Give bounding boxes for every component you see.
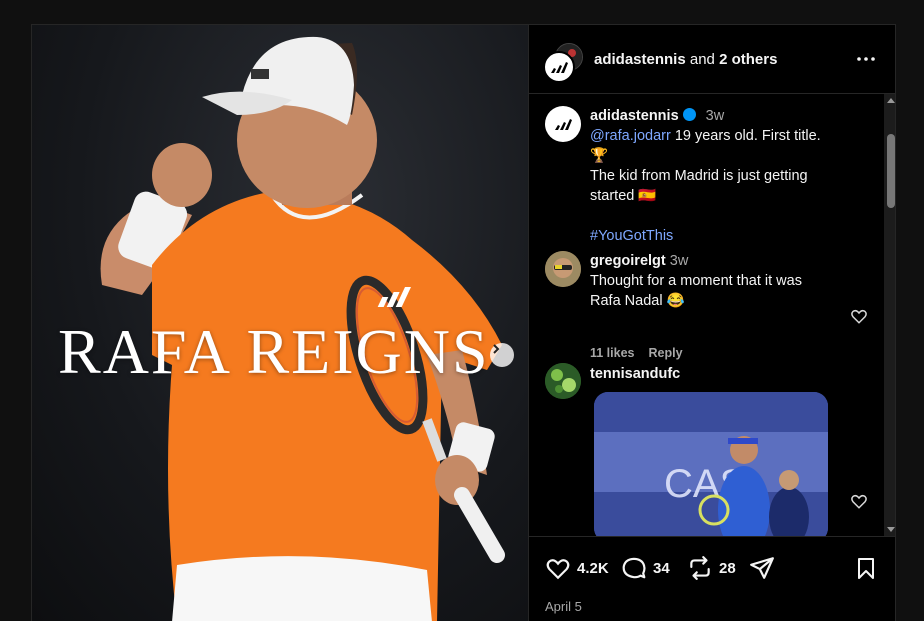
comments-scrollbar[interactable]: [884, 94, 895, 536]
comment-author[interactable]: gregoirelgt: [590, 253, 666, 269]
user-avatar-icon: [545, 251, 581, 287]
comment-item: gregoirelgt 3w Thought for a moment that…: [590, 251, 840, 311]
comment-bubble-icon: [622, 557, 646, 579]
comments-count: 34: [653, 559, 670, 577]
post-header: adidastennis and 2 others: [529, 25, 895, 94]
post-image[interactable]: RAFA REIGNS: [32, 25, 528, 621]
adidas-logo-icon: [551, 62, 568, 73]
post-modal: RAFA REIGNS adidastennis and 2 others ad…: [31, 24, 896, 621]
image-caption-text: RAFA REIGNS: [58, 316, 490, 387]
comment-author[interactable]: tennisandufc: [590, 364, 840, 384]
mention-link[interactable]: @rafa.jodarr: [590, 128, 671, 144]
reposts-count: 28: [719, 559, 736, 577]
comment-meta: 11 likes Reply: [590, 346, 697, 360]
account-name[interactable]: adidastennis: [594, 51, 686, 68]
comment-text-line2: Rafa Nadal 😂: [590, 293, 685, 309]
caption-line3: started 🇪🇸: [590, 188, 657, 204]
like-button[interactable]: 4.2K: [545, 555, 609, 581]
commenter-avatar[interactable]: [545, 363, 581, 399]
scroll-thumb[interactable]: [887, 134, 895, 208]
caption-author[interactable]: adidastennis: [590, 108, 679, 124]
caption-time[interactable]: 3w: [706, 108, 725, 124]
and-text: and: [685, 51, 720, 68]
scroll-up-icon[interactable]: [887, 98, 895, 103]
collab-avatars[interactable]: [543, 43, 583, 83]
post-caption: adidastennis 3w @rafa.jodarr 19 years ol…: [590, 106, 840, 246]
bookmark-icon: [858, 558, 874, 579]
user-avatar-icon: [545, 363, 581, 399]
reply-button[interactable]: Reply: [649, 346, 683, 360]
save-button[interactable]: [854, 555, 884, 581]
comment-likes[interactable]: 11 likes: [590, 346, 635, 360]
adidas-logo-icon: [555, 119, 572, 130]
others-link[interactable]: 2 others: [719, 51, 777, 68]
like-comment-icon[interactable]: [850, 492, 868, 510]
comment-media[interactable]: CASI: [594, 392, 828, 536]
comments-section[interactable]: adidastennis 3w @rafa.jodarr 19 years ol…: [529, 94, 895, 536]
heart-icon: [546, 559, 570, 580]
post-detail-panel: adidastennis and 2 others adidastennis 3…: [528, 25, 895, 621]
likes-count[interactable]: 4.2K: [577, 560, 609, 577]
adidas-avatar[interactable]: [543, 51, 575, 83]
post-date[interactable]: April 5: [545, 599, 582, 614]
hashtag-link[interactable]: #YouGotThis: [590, 226, 840, 246]
comment-image: CASI: [594, 392, 828, 536]
chevron-right-icon: [493, 344, 500, 354]
post-actions: 4.2K 34 28 April 5: [529, 536, 895, 621]
next-image-button[interactable]: [490, 343, 514, 367]
verified-badge-icon: [682, 108, 696, 121]
send-icon: [750, 557, 774, 579]
repost-button[interactable]: 28: [687, 555, 736, 581]
like-comment-icon[interactable]: [850, 307, 868, 325]
scroll-down-icon[interactable]: [887, 527, 895, 532]
comment-text-line1: Thought for a moment that it was: [590, 273, 802, 289]
more-horizontal-icon[interactable]: [854, 47, 878, 71]
comment-time[interactable]: 3w: [670, 253, 689, 269]
post-authors[interactable]: adidastennis and 2 others: [594, 51, 777, 68]
comment-button[interactable]: 34: [621, 555, 670, 581]
repost-icon: [690, 556, 710, 580]
author-avatar[interactable]: [545, 106, 581, 142]
caption-line2: The kid from Madrid is just getting: [590, 168, 808, 184]
share-button[interactable]: [749, 555, 781, 581]
commenter-avatar[interactable]: [545, 251, 581, 287]
comment-item: tennisandufc: [590, 364, 840, 384]
